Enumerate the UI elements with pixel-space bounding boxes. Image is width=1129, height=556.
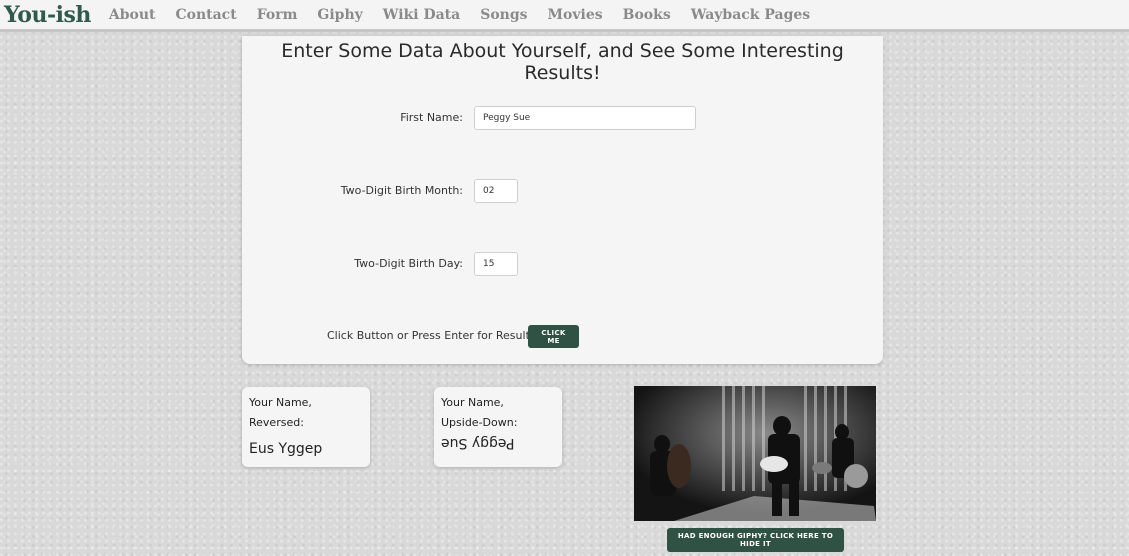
form-title: Enter Some Data About Yourself, and See …	[281, 40, 844, 84]
nav-link-about[interactable]: About	[109, 7, 156, 23]
upside-down-name-value: Peggy Sue	[441, 435, 515, 451]
upside-down-name-card: Your Name, Upside-Down: Peggy Sue	[434, 387, 562, 467]
reversed-name-label: Your Name, Reversed:	[249, 396, 312, 429]
giphy-image	[634, 386, 876, 521]
birth-day-label: Two-Digit Birth Day:	[354, 257, 463, 270]
upside-down-label-line2: Upside-Down:	[441, 416, 518, 429]
upside-down-label-line1: Your Name,	[441, 396, 504, 409]
nav-link-songs[interactable]: Songs	[480, 7, 527, 23]
nav-link-movies[interactable]: Movies	[548, 7, 603, 23]
reversed-name-value: Eus Yggep	[249, 441, 323, 457]
nav-link-giphy[interactable]: Giphy	[317, 7, 362, 23]
reversed-name-card: Your Name, Reversed: Eus Yggep	[242, 387, 370, 467]
nav-link-wiki-data[interactable]: Wiki Data	[383, 7, 460, 23]
click-me-button[interactable]: CLICK ME	[528, 325, 579, 348]
nav-link-contact[interactable]: Contact	[175, 7, 236, 23]
hide-giphy-button[interactable]: HAD ENOUGH GIPHY? CLICK HERE TO HIDE IT	[667, 528, 844, 552]
birth-month-input[interactable]	[474, 179, 518, 203]
first-name-label: First Name:	[400, 111, 463, 124]
nav-link-books[interactable]: Books	[623, 7, 671, 23]
birth-month-label: Two-Digit Birth Month:	[340, 184, 463, 197]
first-name-input[interactable]	[474, 106, 696, 130]
navbar: You-ish About Contact Form Giphy Wiki Da…	[0, 0, 1129, 32]
nav-link-wayback-pages[interactable]: Wayback Pages	[691, 7, 810, 23]
data-form-card: Enter Some Data About Yourself, and See …	[242, 36, 883, 364]
birth-day-input[interactable]	[474, 252, 518, 276]
nav-link-form[interactable]: Form	[257, 7, 298, 23]
brand-logo[interactable]: You-ish	[4, 2, 91, 28]
submit-prompt: Click Button or Press Enter for Results:	[327, 329, 540, 342]
